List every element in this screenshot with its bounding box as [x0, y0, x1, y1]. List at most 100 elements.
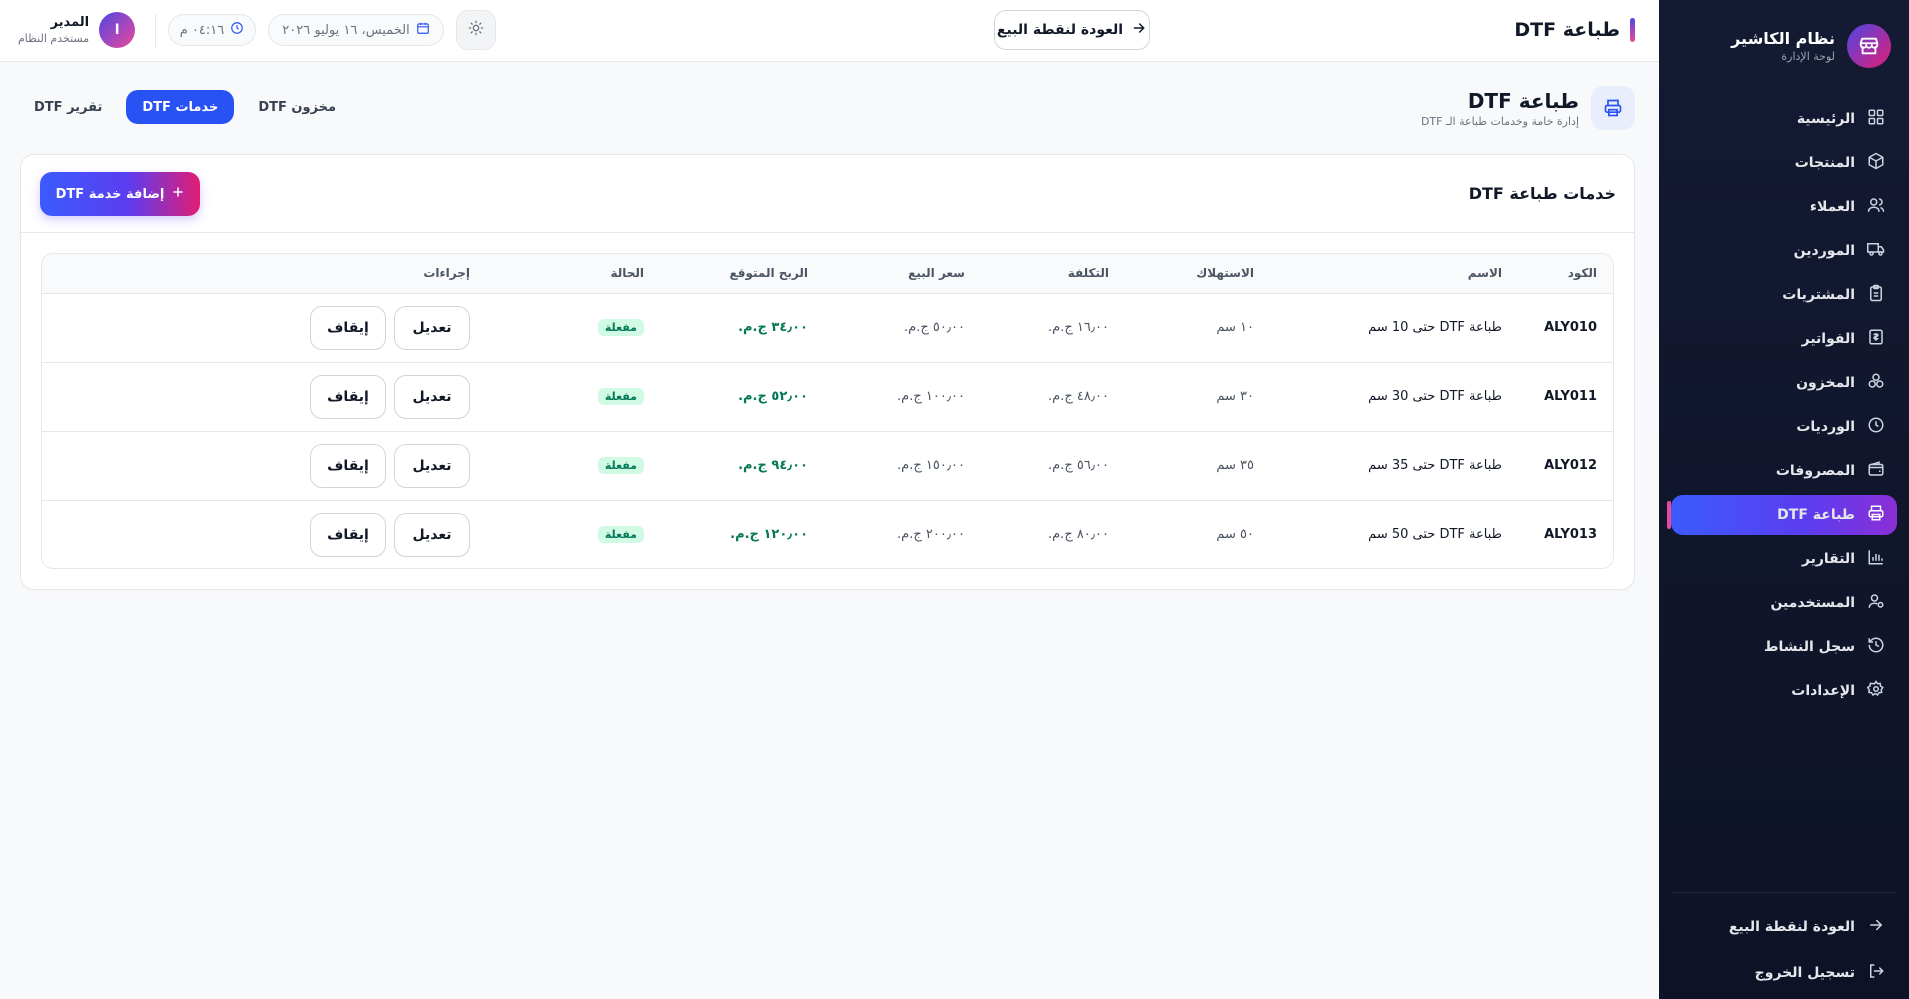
edit-button[interactable]: تعديل [394, 374, 470, 419]
cell-status: مفعلة [486, 293, 660, 362]
sidebar-item-settings[interactable]: الإعدادات [1671, 671, 1897, 711]
cell-code: ALY012 [1544, 458, 1597, 473]
tab-dtf-services[interactable]: خدمات DTF [126, 90, 235, 124]
avatar[interactable]: ا [99, 12, 136, 48]
cell-code: ALY013 [1544, 527, 1597, 543]
page-subtitle: إدارة خامة وخدمات طباعة الـ DTF [1420, 114, 1579, 128]
sidebar-item-label: المنتجات [1794, 155, 1855, 171]
cell-profit: ٣٤٫٠٠ ج.م. [738, 320, 808, 335]
tab-dtf-report[interactable]: تقرير DTF [18, 90, 118, 124]
calendar-icon [416, 21, 430, 39]
table-row: ALY011 طباعة DTF حتى 30 سم ٣٠ سم ٤٨٫٠٠ ج… [42, 362, 1613, 431]
cell-price: ٢٠٠٫٠٠ ج.م. [897, 527, 965, 543]
sidebar-item-invoices[interactable]: الفواتير [1671, 319, 1897, 359]
cell-actions: تعديل إيقاف [42, 362, 486, 431]
tab-dtf-stock[interactable]: مخزون DTF [242, 90, 352, 124]
date-text: الخميس، ١٦ يوليو ٢٠٢٦ [282, 22, 410, 38]
sidebar-item-inventory[interactable]: المخزون [1671, 363, 1897, 403]
sidebar-logout[interactable]: تسجيل الخروج [1671, 953, 1897, 993]
cell-status: مفعلة [486, 431, 660, 500]
col-price: سعر البيع [908, 266, 965, 281]
status-badge: مفعلة [597, 388, 644, 405]
sidebar-item-label: المستخدمين [1770, 595, 1855, 611]
clock-icon [230, 21, 244, 39]
sidebar-item-products[interactable]: المنتجات [1671, 143, 1897, 183]
table-header-row: الكود الاسم الاستهلاك التكلفة سعر البيع … [42, 254, 1613, 293]
stop-button[interactable]: إيقاف [310, 374, 386, 419]
sidebar-item-label: العودة لنقطة البيع [1728, 919, 1855, 935]
edit-button[interactable]: تعديل [394, 305, 470, 350]
time-text: ٠٤:١٦ م [179, 22, 225, 38]
col-code: الكود [1567, 266, 1597, 281]
cell-usage: ١٠ سم [1216, 320, 1254, 335]
sidebar-item-expenses[interactable]: المصروفات [1671, 451, 1897, 491]
user-menu[interactable]: المدير مستخدم النظام ا [18, 12, 136, 48]
cell-profit: ٩٤٫٠٠ ج.م. [738, 458, 808, 473]
sidebar-item-users[interactable]: المستخدمين [1671, 583, 1897, 623]
add-dtf-service-button[interactable]: إضافة خدمة DTF [40, 172, 200, 216]
cell-status: مفعلة [486, 500, 660, 568]
col-actions: إجراءات [423, 266, 470, 281]
sidebar-item-label: الرئيسية [1796, 111, 1855, 127]
sidebar-item-label: المصروفات [1775, 463, 1855, 479]
heading-accent-bar [1630, 18, 1635, 42]
sidebar-item-label: الفواتير [1801, 331, 1855, 347]
cell-cost: ٨٠٫٠٠ ج.م. [1048, 527, 1109, 543]
cell-usage: ٣٠ سم [1216, 389, 1254, 404]
cell-code: ALY010 [1544, 320, 1597, 335]
date-chip: الخميس، ١٦ يوليو ٢٠٢٦ [268, 14, 444, 46]
back-to-pos-button[interactable]: العودة لنقطة البيع [994, 10, 1150, 50]
sidebar-item-suppliers[interactable]: الموردين [1671, 231, 1897, 271]
status-badge: مفعلة [597, 319, 644, 336]
sidebar-item-shifts[interactable]: الورديات [1671, 407, 1897, 447]
stop-button[interactable]: إيقاف [310, 305, 386, 350]
theme-toggle-button[interactable] [456, 10, 496, 50]
topbar-divider [155, 14, 156, 48]
sidebar-item-label: المشتريات [1782, 287, 1855, 303]
sidebar-item-label: الورديات [1796, 419, 1855, 435]
cell-price: ١٥٠٫٠٠ ج.م. [897, 458, 965, 473]
edit-button[interactable]: تعديل [394, 512, 470, 557]
edit-button[interactable]: تعديل [394, 443, 470, 488]
topbar-title: طباعة DTF [1514, 19, 1620, 41]
users-icon [1867, 196, 1885, 218]
brand-title: نظام الكاشير [1731, 29, 1835, 48]
sidebar-item-purchases[interactable]: المشتريات [1671, 275, 1897, 315]
cell-actions: تعديل إيقاف [42, 431, 486, 500]
stop-button[interactable]: إيقاف [310, 512, 386, 557]
printer-icon [1591, 86, 1635, 130]
table-row: ALY012 طباعة DTF حتى 35 سم ٣٥ سم ٥٦٫٠٠ ج… [42, 431, 1613, 500]
cell-actions: تعديل إيقاف [42, 500, 486, 568]
cell-profit: ١٢٠٫٠٠ ج.م. [730, 527, 808, 543]
user-cog-icon [1867, 592, 1885, 614]
sidebar-item-customers[interactable]: العملاء [1671, 187, 1897, 227]
boxes-icon [1867, 372, 1885, 394]
sidebar-item-dtf-printing[interactable]: طباعة DTF [1667, 495, 1897, 535]
gear-icon [1866, 680, 1885, 702]
brand: نظام الكاشير لوحة الإدارة [1731, 24, 1891, 68]
clock-icon [1867, 416, 1885, 438]
user-name: المدير [50, 15, 90, 30]
page-header: طباعة DTF إدارة خامة وخدمات طباعة الـ DT… [1421, 86, 1635, 130]
sun-icon [468, 20, 484, 40]
sidebar-item-reports[interactable]: التقارير [1671, 539, 1897, 579]
stop-button[interactable]: إيقاف [310, 443, 386, 488]
sidebar-item-home[interactable]: الرئيسية [1671, 99, 1897, 139]
add-button-label: إضافة خدمة DTF [55, 186, 165, 202]
card-title: خدمات طباعة DTF [1468, 184, 1616, 203]
sidebar-item-label: المخزون [1796, 375, 1855, 391]
sidebar-item-label: العملاء [1809, 199, 1855, 215]
col-usage: الاستهلاك [1196, 266, 1254, 281]
sidebar-back-to-pos[interactable]: العودة لنقطة البيع [1671, 907, 1897, 947]
truck-icon [1867, 240, 1885, 262]
sidebar-item-activity-log[interactable]: سجل النشاط [1671, 627, 1897, 667]
arrow-right-icon [1867, 916, 1885, 938]
store-icon [1847, 24, 1891, 68]
cell-name: طباعة DTF حتى 50 سم [1368, 527, 1502, 543]
status-badge: مفعلة [597, 457, 644, 474]
services-table: الكود الاسم الاستهلاك التكلفة سعر البيع … [41, 253, 1614, 569]
card-header: خدمات طباعة DTF إضافة خدمة DTF [21, 155, 1634, 233]
topbar-heading: طباعة DTF [1514, 18, 1635, 42]
topbar: طباعة DTF العودة لنقطة البيع الخميس، ١٦ … [0, 0, 1659, 62]
services-card: خدمات طباعة DTF إضافة خدمة DTF الكود الا… [20, 154, 1635, 590]
